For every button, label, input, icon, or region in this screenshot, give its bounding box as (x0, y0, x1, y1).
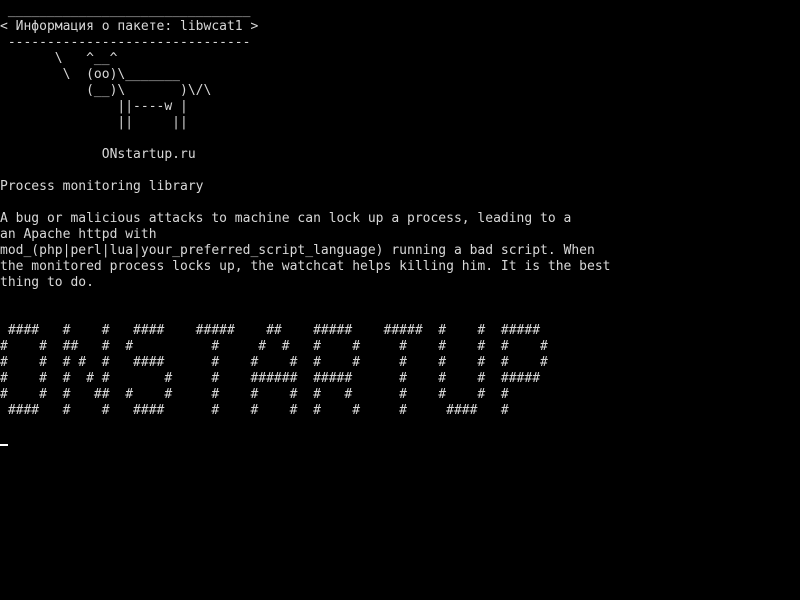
cow-art-line: \ ^__^ (0, 51, 118, 66)
description-line: A bug or malicious attacks to machine ca… (0, 211, 572, 226)
cow-art-line: \ (oo)\_______ (0, 67, 181, 82)
speech-bubble-top-border: _______________________________ (0, 3, 251, 18)
banner-art-line: #### # # #### # # # # # # #### # (0, 403, 509, 418)
description-line: an Apache httpd with (0, 227, 157, 242)
speech-bubble-text: < Информация о пакете: libwcat1 > (0, 19, 259, 34)
cow-art-line: ||----w | (0, 99, 188, 114)
speech-bubble-bottom-border: ------------------------------- (0, 35, 251, 50)
terminal-screen: _______________________________ < Информ… (0, 3, 800, 419)
description-line: the monitored process locks up, the watc… (0, 259, 611, 274)
text-cursor[interactable] (0, 444, 8, 446)
cow-art-line: (__)\ )\/\ (0, 83, 212, 98)
banner-art-line: #### # # #### ##### ## ##### ##### # # #… (0, 323, 541, 338)
description-line: mod_(php|perl|lua|your_preferred_script_… (0, 243, 595, 258)
banner-art-line: # # # # # #### # # # # # # # # # # (0, 355, 548, 370)
site-name: ONstartup.ru (0, 147, 196, 162)
cow-art-line: || || (0, 115, 188, 130)
package-summary: Process monitoring library (0, 179, 204, 194)
banner-art-line: # # ## # # # # # # # # # # # # (0, 339, 548, 354)
banner-art-line: # # # ## # # # # # # # # # # # (0, 387, 509, 402)
banner-art-line: # # # # # # # ###### ##### # # # ##### (0, 371, 541, 386)
description-line: thing to do. (0, 275, 94, 290)
